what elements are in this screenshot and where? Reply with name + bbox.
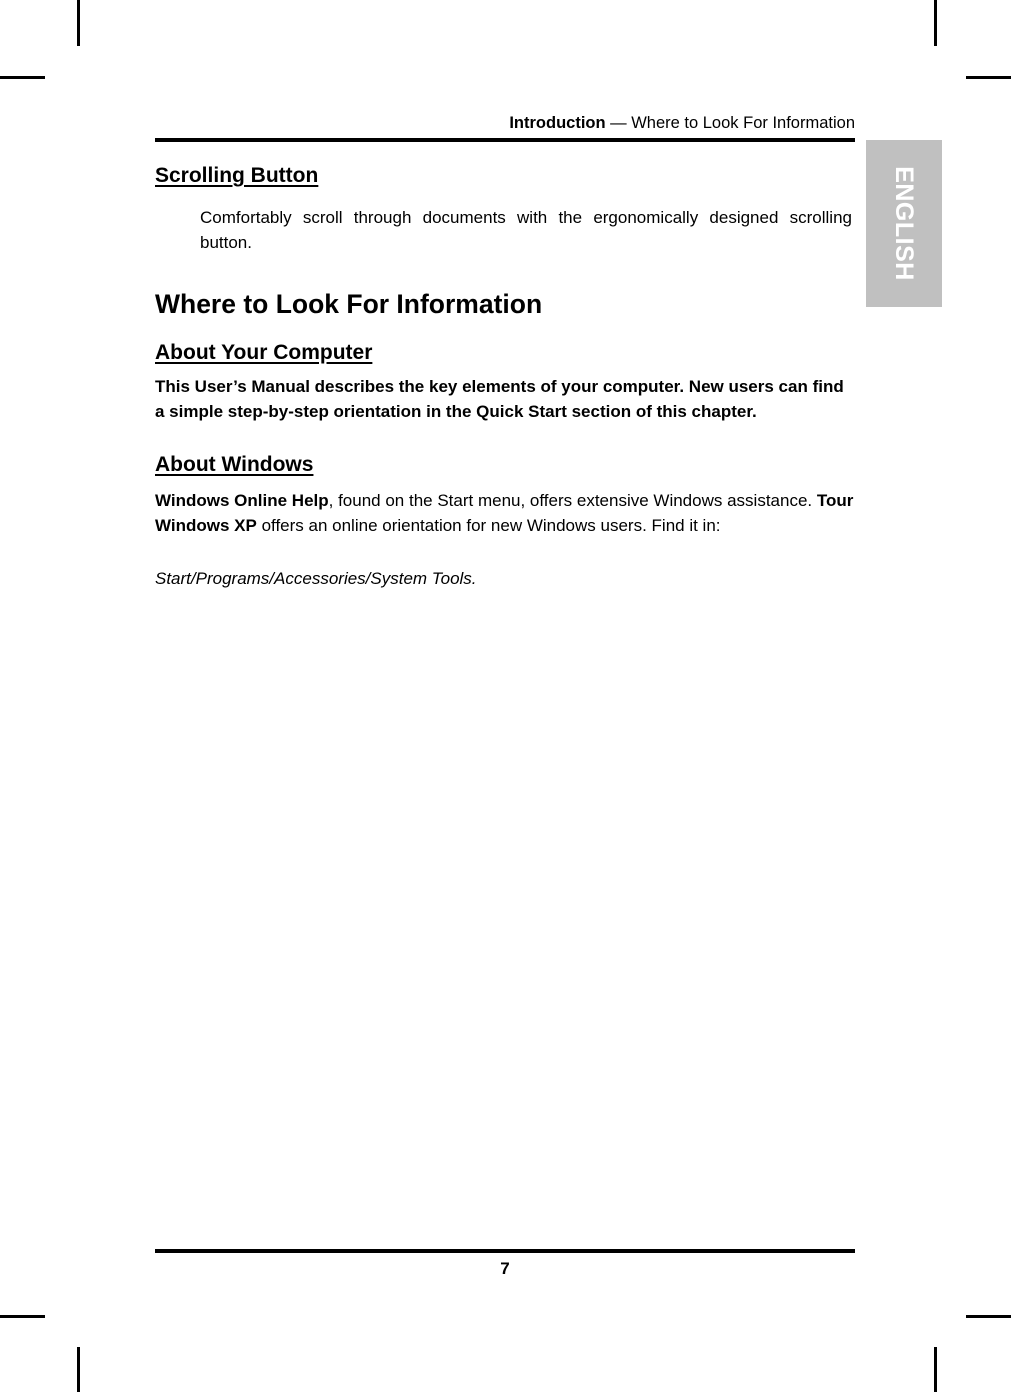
paragraph-windows-tour-path: Start/Programs/Accessories/System Tools.	[155, 569, 477, 588]
crop-mark-bottom-left-horizontal-icon	[0, 1315, 45, 1318]
crop-mark-top-left-vertical-icon	[77, 0, 80, 46]
page-number: 7	[500, 1259, 510, 1278]
paragraph-about-windows: Windows Online Help, found on the Start …	[155, 488, 867, 538]
heading-where-to-look-for-information: Where to Look For Information	[155, 289, 543, 319]
language-tab-label: ENGLISH	[890, 166, 919, 281]
about-windows-text-1: , found on the Start menu, offers extens…	[328, 491, 817, 510]
heading-about-windows: About Windows	[155, 453, 314, 476]
crop-mark-bottom-left-vertical-icon	[77, 1347, 80, 1392]
header-chapter-title: Introduction	[509, 114, 606, 132]
crop-mark-top-left-horizontal-icon	[0, 76, 45, 79]
language-tab: ENGLISH	[866, 140, 942, 307]
about-windows-text-2: offers an online orientation for new Win…	[256, 516, 721, 535]
paragraph-scrolling-button: Comfortably scroll through documents wit…	[200, 208, 852, 252]
crop-mark-top-right-horizontal-icon	[966, 76, 1011, 79]
crop-mark-bottom-right-vertical-icon	[934, 1347, 937, 1392]
paragraph-about-your-computer: This User’s Manual describes the key ele…	[155, 377, 844, 421]
document-page: Introduction — Where to Look For Informa…	[0, 0, 1011, 1392]
running-header: Introduction — Where to Look For Informa…	[155, 113, 855, 133]
footer-divider	[155, 1249, 855, 1253]
heading-scrolling-button: Scrolling Button	[155, 164, 319, 187]
header-divider	[155, 138, 855, 142]
heading-about-your-computer: About Your Computer	[155, 341, 373, 364]
crop-mark-top-right-vertical-icon	[934, 0, 937, 46]
header-section-title: — Where to Look For Information	[605, 114, 855, 132]
windows-online-help-term: Windows Online Help	[155, 491, 329, 510]
crop-mark-bottom-right-horizontal-icon	[966, 1315, 1011, 1318]
